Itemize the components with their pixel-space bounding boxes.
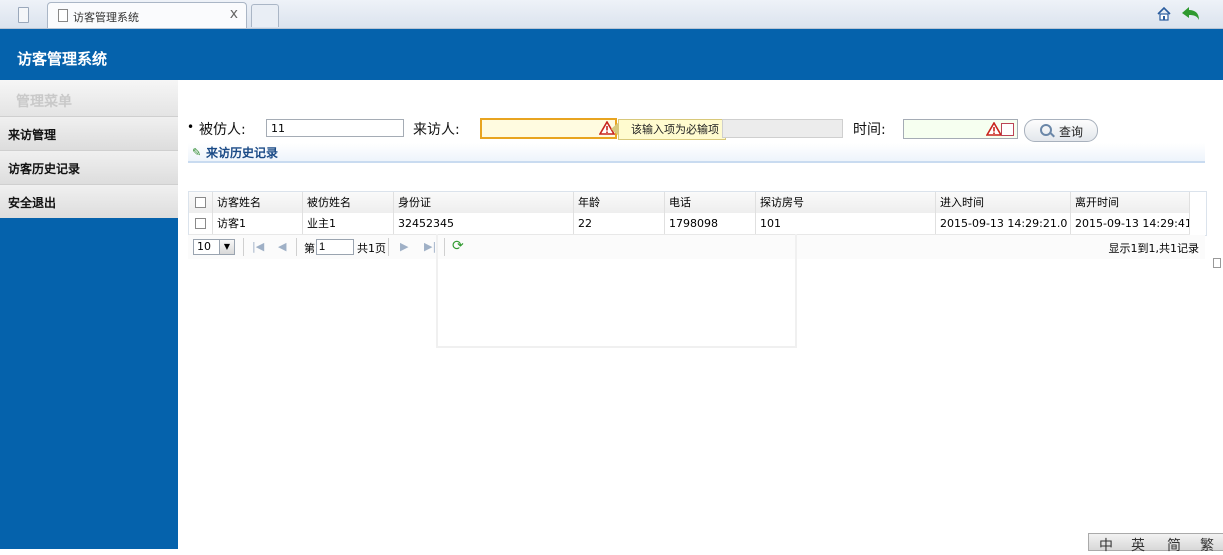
panel-title-bar: ✎ 来访历史记录 (188, 143, 1205, 163)
render-artifact (436, 234, 797, 348)
visitor-label: 来访人: (413, 122, 460, 138)
sidebar-item-visitor-history[interactable]: 访客历史记录 (0, 150, 178, 184)
divider (243, 238, 244, 256)
column-header[interactable]: 进入时间 (936, 192, 1071, 213)
table-cell: 访客1 (213, 213, 303, 234)
table-cell: 业主1 (303, 213, 394, 234)
pager-info: 显示1到1,共1记录 (1108, 242, 1200, 255)
page-total: 共1页 (357, 242, 386, 255)
visitor-history-grid: 访客姓名 被仿姓名 身份证 年龄 电话 探访房号 进入时间 离开时间 访客1 业… (188, 191, 1207, 236)
pencil-icon: ✎ (192, 146, 202, 159)
page-size-value: 10 (197, 240, 211, 253)
vertical-scrollbar[interactable] (1211, 80, 1223, 520)
lang-traditional[interactable]: 繁 (1200, 535, 1214, 555)
lang-en[interactable]: 英 (1131, 535, 1145, 555)
back-arrow-icon[interactable] (1181, 6, 1201, 22)
page-prefix: 第 (304, 242, 315, 255)
host-label: 被仿人: (199, 122, 246, 138)
grid-header-row: 访客姓名 被仿姓名 身份证 年龄 电话 探访房号 进入时间 离开时间 (189, 192, 1190, 214)
chevron-down-icon[interactable]: ▼ (219, 240, 234, 254)
table-cell: 32452345 (394, 213, 574, 234)
app-title: 访客管理系统 (17, 50, 108, 68)
sidebar-item-visit-management[interactable]: 来访管理 (0, 116, 178, 150)
column-header[interactable]: 离开时间 (1071, 192, 1190, 213)
page-number-input[interactable] (316, 239, 354, 255)
column-header[interactable]: 探访房号 (756, 192, 936, 213)
tab-list-button[interactable] (10, 4, 36, 26)
menu-title: 管理菜单 (16, 94, 72, 110)
sidebar-item-label: 来访管理 (8, 128, 57, 142)
time-label: 时间: (853, 122, 886, 138)
search-icon (1040, 124, 1052, 136)
table-row[interactable]: 访客1 业主1 32452345 22 1798098 101 2015-09-… (189, 213, 1190, 235)
tab-close-icon[interactable]: x (230, 6, 238, 22)
page-size-select[interactable]: 10 ▼ (193, 239, 235, 255)
menu-panel: 管理菜单 来访管理 访客历史记录 安全退出 (0, 80, 178, 218)
app-header: 访客管理系统 (0, 29, 1223, 80)
calendar-icon[interactable] (1001, 123, 1014, 136)
visitor-input[interactable] (480, 118, 617, 139)
search-button[interactable]: 查询 (1024, 119, 1098, 142)
first-page-icon[interactable]: |◀ (252, 240, 264, 253)
prev-page-icon[interactable]: ◀ (278, 240, 286, 253)
bullet: • (187, 120, 195, 134)
scrollbar-thumb[interactable] (1213, 258, 1221, 268)
divider (296, 238, 297, 256)
table-cell: 1798098 (665, 213, 756, 234)
select-all-checkbox[interactable] (195, 197, 206, 208)
host-input[interactable] (266, 119, 404, 137)
next-page-icon[interactable]: ▶ (400, 240, 408, 253)
browser-tab-bar: 访客管理系统 x (0, 0, 1223, 29)
sidebar: 管理菜单 来访管理 访客历史记录 安全退出 (0, 80, 178, 549)
home-icon[interactable] (1156, 6, 1172, 22)
tab-title: 访客管理系统 (73, 11, 139, 24)
sidebar-item-logout[interactable]: 安全退出 (0, 184, 178, 218)
warning-icon (986, 122, 1002, 136)
tooltip-shadow (722, 119, 843, 138)
column-header[interactable]: 被仿姓名 (303, 192, 394, 213)
divider (388, 238, 389, 256)
column-header[interactable]: 访客姓名 (213, 192, 303, 213)
page-icon (58, 9, 68, 22)
row-select-cell (189, 213, 213, 234)
required-field-tooltip: 该输入项为必输项 (611, 119, 726, 140)
lang-zh[interactable]: 中 (1099, 535, 1113, 555)
row-checkbox[interactable] (195, 218, 206, 229)
page-icon (18, 7, 29, 23)
column-header[interactable]: 电话 (665, 192, 756, 213)
menu-header: 管理菜单 (0, 80, 178, 116)
search-button-label: 查询 (1059, 125, 1084, 139)
table-cell: 101 (756, 213, 936, 234)
last-page-icon[interactable]: ▶| (424, 240, 436, 253)
table-cell: 2015-09-13 14:29:21.0 (936, 213, 1071, 234)
sidebar-item-label: 安全退出 (8, 196, 57, 210)
panel-title: 来访历史记录 (206, 146, 279, 160)
lang-simplified[interactable]: 简 (1167, 535, 1181, 555)
time-date-input[interactable] (903, 119, 1018, 139)
new-tab-button[interactable] (251, 4, 279, 27)
table-cell: 2015-09-13 14:29:41 (1071, 213, 1190, 234)
language-bar: 中 英 简 繁 (1088, 533, 1223, 554)
tooltip-text: 该输入项为必输项 (631, 123, 719, 136)
column-header[interactable]: 年龄 (574, 192, 665, 213)
table-cell: 22 (574, 213, 665, 234)
select-all-cell (189, 192, 213, 213)
browser-tab-active[interactable]: 访客管理系统 x (47, 2, 247, 28)
column-header[interactable]: 身份证 (394, 192, 574, 213)
sidebar-item-label: 访客历史记录 (8, 162, 81, 176)
